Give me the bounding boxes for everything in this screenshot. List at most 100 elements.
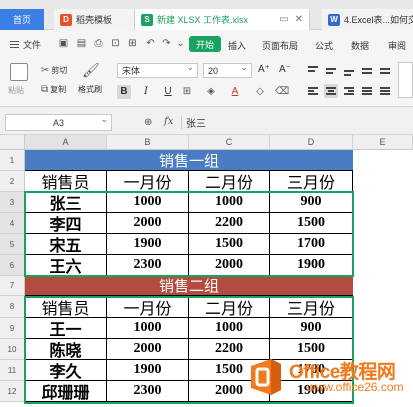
table-cell[interactable]: 900 xyxy=(270,192,353,213)
paste-label[interactable]: 粘贴 xyxy=(8,85,24,96)
group2-header-cell[interactable]: 销售员 xyxy=(25,296,107,318)
export-icon[interactable]: ⊞ xyxy=(127,38,138,49)
table-cell[interactable]: 1500 xyxy=(270,213,353,234)
wrap-text-button[interactable] xyxy=(398,62,413,98)
align-top-icon[interactable] xyxy=(306,63,320,77)
table-cell[interactable]: 1900 xyxy=(107,360,189,381)
print-preview-icon[interactable]: ⊡ xyxy=(110,38,121,49)
close-tab-icon[interactable]: ✕ xyxy=(295,14,303,25)
group1-header-cell[interactable]: 销售员 xyxy=(25,171,107,192)
table-cell[interactable]: 1900 xyxy=(270,255,353,276)
column-header-c[interactable]: C xyxy=(189,135,270,150)
zoom-icon[interactable]: ⊕ xyxy=(144,117,152,128)
row-header[interactable]: 5 xyxy=(0,234,25,255)
chevron-down-icon[interactable]: ⌄ xyxy=(175,38,186,49)
group2-header-cell[interactable]: 二月份 xyxy=(189,296,270,318)
table-cell[interactable]: 1000 xyxy=(189,318,270,339)
table-cell[interactable]: 王六 xyxy=(25,255,107,276)
align-left-icon[interactable] xyxy=(306,84,320,98)
copy-button[interactable]: ⧉ 复制 xyxy=(41,84,66,95)
clear-icon[interactable]: ⌫ xyxy=(275,85,289,99)
cut-button[interactable]: ✂ 剪切 xyxy=(41,65,67,76)
column-header-b[interactable]: B xyxy=(107,135,189,150)
table-cell[interactable]: 王一 xyxy=(25,318,107,339)
tab-daoke-templates[interactable]: D 稻壳模板 xyxy=(54,9,134,30)
clear-format-icon[interactable]: ◇ xyxy=(253,85,267,99)
tab-insert[interactable]: 插入 xyxy=(228,39,246,52)
tab-formula[interactable]: 公式 xyxy=(315,39,333,52)
table-cell[interactable]: 邱珊珊 xyxy=(25,381,107,402)
table-cell[interactable]: 2300 xyxy=(107,255,189,276)
tab-home[interactable]: 首页 xyxy=(0,9,44,30)
formula-input[interactable]: 张三 xyxy=(186,115,206,130)
row-header[interactable]: 8 xyxy=(0,296,25,318)
tab-data[interactable]: 数据 xyxy=(351,39,369,52)
align-center-icon[interactable] xyxy=(324,84,338,98)
open-icon[interactable]: ▤ xyxy=(76,38,87,49)
group2-header-cell[interactable]: 一月份 xyxy=(107,296,189,318)
file-menu[interactable]: 文件 xyxy=(10,38,41,51)
table-cell[interactable]: 1900 xyxy=(107,234,189,255)
tab-review[interactable]: 审阅 xyxy=(388,39,406,52)
table-cell[interactable]: 2200 xyxy=(189,213,270,234)
format-painter-label[interactable]: 格式刷 xyxy=(78,84,102,95)
justify-icon[interactable] xyxy=(360,84,374,98)
table-cell[interactable]: 李四 xyxy=(25,213,107,234)
align-right-icon[interactable] xyxy=(342,84,356,98)
align-middle-icon[interactable] xyxy=(324,63,338,77)
table-cell[interactable]: 陈晓 xyxy=(25,339,107,360)
screen-icon[interactable]: ▭ xyxy=(279,14,288,25)
print-icon[interactable]: ⎙ xyxy=(93,38,104,49)
row-header[interactable]: 9 xyxy=(0,318,25,339)
undo-icon[interactable]: ↶ xyxy=(145,38,156,49)
table-cell[interactable]: 2000 xyxy=(107,339,189,360)
table-cell[interactable]: 张三 xyxy=(25,192,107,213)
distributed-icon[interactable] xyxy=(378,84,392,98)
save-icon[interactable]: ▣ xyxy=(58,38,69,49)
font-name-select[interactable]: 宋体 xyxy=(117,62,198,78)
group1-header-cell[interactable]: 一月份 xyxy=(107,171,189,192)
paste-icon[interactable] xyxy=(10,63,28,81)
row-header[interactable]: 7 xyxy=(0,276,25,296)
font-size-select[interactable]: 20 xyxy=(203,62,252,78)
table-cell[interactable]: 1500 xyxy=(189,234,270,255)
font-color-button[interactable]: A xyxy=(228,85,242,99)
tab-document[interactable]: W 4.Excel表...如何交叉 xyxy=(322,9,413,30)
shrink-font-button[interactable]: A⁻ xyxy=(279,64,291,75)
column-header-d[interactable]: D xyxy=(270,135,353,150)
tab-active-workbook[interactable]: S 新建 XLSX 工作表.xlsx ▭ ✕ xyxy=(134,9,310,30)
row-header[interactable]: 12 xyxy=(0,381,25,402)
row-header[interactable]: 3 xyxy=(0,192,25,213)
group1-header-cell[interactable]: 三月份 xyxy=(270,171,353,192)
orientation-icon[interactable] xyxy=(360,63,374,77)
border-icon[interactable]: ⊞ xyxy=(180,85,194,99)
table-cell[interactable]: 900 xyxy=(270,318,353,339)
row-header[interactable]: 11 xyxy=(0,360,25,381)
table-cell[interactable]: 2000 xyxy=(189,255,270,276)
table-cell[interactable]: 宋五 xyxy=(25,234,107,255)
table-cell[interactable]: 1000 xyxy=(107,318,189,339)
group2-header-cell[interactable]: 三月份 xyxy=(270,296,353,318)
underline-button[interactable]: U xyxy=(161,85,175,99)
italic-button[interactable]: I xyxy=(139,85,153,99)
row-header[interactable]: 10 xyxy=(0,339,25,360)
table-cell[interactable]: 2000 xyxy=(107,213,189,234)
group1-title-cell[interactable]: 销售一组 xyxy=(25,150,353,171)
bold-button[interactable]: B xyxy=(117,85,131,99)
fill-color-icon[interactable]: ◈ xyxy=(204,85,218,99)
table-cell[interactable]: 李久 xyxy=(25,360,107,381)
indent-icon[interactable] xyxy=(378,63,392,77)
table-cell[interactable]: 1700 xyxy=(270,234,353,255)
row-header[interactable]: 2 xyxy=(0,171,25,192)
row-header[interactable]: 6 xyxy=(0,255,25,276)
tab-start[interactable]: 开始 xyxy=(189,36,221,52)
select-all-corner[interactable] xyxy=(0,135,25,150)
fx-icon[interactable]: fx xyxy=(164,116,173,127)
grow-font-button[interactable]: A⁺ xyxy=(258,64,270,75)
format-painter-icon[interactable]: 🖌 xyxy=(82,62,100,78)
row-header[interactable]: 1 xyxy=(0,150,25,171)
table-cell[interactable]: 2300 xyxy=(107,381,189,402)
table-cell[interactable]: 1000 xyxy=(107,192,189,213)
group2-title-cell[interactable]: 销售二组 xyxy=(25,276,353,296)
column-header-a[interactable]: A xyxy=(25,135,107,150)
